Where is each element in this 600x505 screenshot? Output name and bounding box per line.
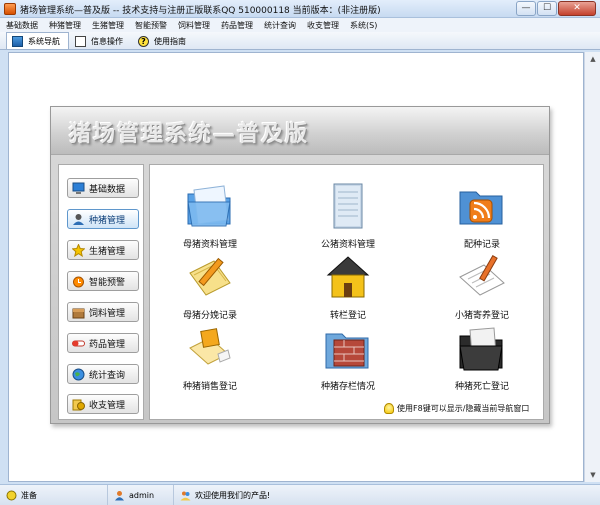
breeding-stock-item[interactable]: 种猪存栏情况	[288, 324, 408, 394]
black-folder-icon	[459, 327, 503, 371]
item-label: 种猪销售登记	[182, 382, 237, 392]
item-label: 母猪资料管理	[182, 240, 237, 250]
item-label: 种猪存栏情况	[320, 382, 375, 392]
navigation-panel: 猪场管理系统—普及版 基础数据 种猪管理 生猪管理 智能预警 饲料管理 药品管理	[50, 106, 550, 424]
tab-bar: 系统导航 信息操作 ? 使用指南	[0, 32, 600, 50]
user-icon	[115, 490, 124, 500]
status-user: admin	[108, 485, 174, 505]
chart-notes-icon	[189, 328, 231, 365]
app-icon	[4, 3, 16, 15]
mating-records-item[interactable]: 配种记录	[422, 182, 542, 252]
notepad-icon	[333, 183, 363, 229]
globe-icon	[72, 368, 85, 380]
pencil-notes-icon	[189, 257, 231, 296]
item-label: 转栏登记	[329, 311, 366, 321]
piglet-fostering-item[interactable]: 小猪寄养登记	[422, 253, 542, 323]
status-ready: 准备	[0, 485, 108, 505]
pill-icon	[72, 340, 85, 346]
nav-live-pig-button[interactable]: 生猪管理	[67, 240, 139, 260]
menu-medicine[interactable]: 药品管理	[221, 20, 253, 31]
item-label: 种猪死亡登记	[454, 382, 509, 392]
vertical-scrollbar[interactable]: ▲ ▼	[584, 52, 600, 482]
nav-label: 药品管理	[89, 339, 126, 350]
item-label: 公猪资料管理	[320, 240, 375, 250]
menu-statistics[interactable]: 统计查询	[264, 20, 296, 31]
maximize-button[interactable]: ☐	[537, 1, 557, 16]
status-bar: 准备 admin 欢迎使用我们的产品!	[0, 484, 600, 505]
status-icon	[6, 490, 17, 500]
money-icon	[72, 399, 85, 410]
nav-label: 饲料管理	[89, 308, 126, 319]
tab-info-ops[interactable]: 信息操作	[69, 32, 132, 49]
panel-title: 猪场管理系统—普及版	[69, 121, 310, 147]
status-welcome-text: 欢迎使用我们的产品!	[195, 490, 271, 500]
monitor-icon	[72, 182, 85, 194]
sow-farrowing-item[interactable]: 母猪分娩记录	[150, 253, 270, 323]
menu-bar: 基础数据 种猪管理 生猪管理 智能预警 饲料管理 药品管理 统计查询 收支管理 …	[0, 18, 600, 32]
breeding-sales-item[interactable]: 种猪销售登记	[150, 324, 270, 394]
writing-icon	[459, 255, 505, 296]
minimize-button[interactable]: —	[516, 1, 536, 16]
item-label: 母猪分娩记录	[182, 311, 237, 321]
nav-label: 种猪管理	[89, 215, 126, 226]
tab-user-guide[interactable]: ? 使用指南	[132, 32, 195, 49]
house-icon	[326, 256, 370, 298]
lightbulb-icon	[384, 403, 394, 414]
panel-header: 猪场管理系统—普及版	[51, 107, 549, 155]
pen-transfer-item[interactable]: 转栏登记	[288, 253, 408, 323]
scroll-up-icon[interactable]: ▲	[588, 54, 598, 64]
menu-basic-data[interactable]: 基础数据	[6, 20, 38, 31]
tab-label: 系统导航	[28, 36, 60, 46]
rss-folder-icon	[459, 191, 503, 225]
breeding-death-item[interactable]: 种猪死亡登记	[422, 324, 542, 394]
sow-records-item[interactable]: 母猪资料管理	[150, 182, 270, 252]
scroll-down-icon[interactable]: ▼	[588, 470, 598, 480]
alarm-icon	[73, 276, 84, 287]
nav-finance-button[interactable]: 收支管理	[67, 394, 139, 414]
status-ready-text: 准备	[21, 490, 37, 500]
f8-tip: 使用F8键可以显示/隐藏当前导航窗口	[384, 403, 529, 414]
nav-label: 生猪管理	[89, 246, 126, 257]
tip-text: 使用F8键可以显示/隐藏当前导航窗口	[397, 404, 530, 413]
help-icon: ?	[138, 35, 149, 47]
window-controls: — ☐ ✕	[516, 1, 596, 16]
nav-breeding-pig-button[interactable]: 种猪管理	[67, 209, 139, 229]
nav-medicine-button[interactable]: 药品管理	[67, 333, 139, 353]
status-welcome: 欢迎使用我们的产品!	[174, 485, 600, 505]
box-icon	[72, 308, 85, 318]
nav-statistics-button[interactable]: 统计查询	[67, 364, 139, 384]
menu-system[interactable]: 系统(S)	[350, 20, 377, 31]
monitor-icon	[12, 35, 23, 47]
people-icon	[180, 491, 191, 500]
nav-label: 收支管理	[89, 400, 126, 411]
menu-feed[interactable]: 饲料管理	[178, 20, 210, 31]
document-icon	[75, 35, 86, 47]
function-grid: 母猪资料管理 公猪资料管理 配种记录 母猪分娩记录 转栏登记 小猪寄养登记 种猪…	[149, 164, 544, 420]
nav-label: 智能预警	[89, 277, 126, 288]
tab-system-nav[interactable]: 系统导航	[6, 32, 69, 49]
tab-label: 信息操作	[91, 36, 123, 46]
nav-basic-data-button[interactable]: 基础数据	[67, 178, 139, 198]
nav-label: 基础数据	[89, 184, 126, 195]
title-bar: 猪场管理系统—普及版 -- 技术支持与注册正版联系QQ 510000118 当前…	[0, 0, 600, 18]
menu-breeding-pig[interactable]: 种猪管理	[49, 20, 81, 31]
nav-feed-button[interactable]: 饲料管理	[67, 302, 139, 322]
status-user-text: admin	[129, 490, 155, 500]
tab-label: 使用指南	[154, 36, 186, 46]
nav-smart-alert-button[interactable]: 智能预警	[67, 271, 139, 291]
category-nav: 基础数据 种猪管理 生猪管理 智能预警 饲料管理 药品管理 统计查询 收支管理	[58, 164, 144, 420]
menu-smart-alert[interactable]: 智能预警	[135, 20, 167, 31]
boar-records-item[interactable]: 公猪资料管理	[288, 182, 408, 252]
item-label: 小猪寄养登记	[454, 311, 509, 321]
item-label: 配种记录	[463, 240, 500, 250]
window-title: 猪场管理系统—普及版 -- 技术支持与注册正版联系QQ 510000118 当前…	[20, 6, 381, 16]
brick-folder-icon	[325, 333, 369, 369]
menu-finance[interactable]: 收支管理	[307, 20, 339, 31]
nav-label: 统计查询	[89, 370, 126, 381]
folder-icon	[187, 185, 231, 227]
close-button[interactable]: ✕	[558, 1, 596, 16]
star-icon	[72, 243, 85, 257]
menu-live-pig[interactable]: 生猪管理	[92, 20, 124, 31]
user-icon	[73, 213, 84, 225]
